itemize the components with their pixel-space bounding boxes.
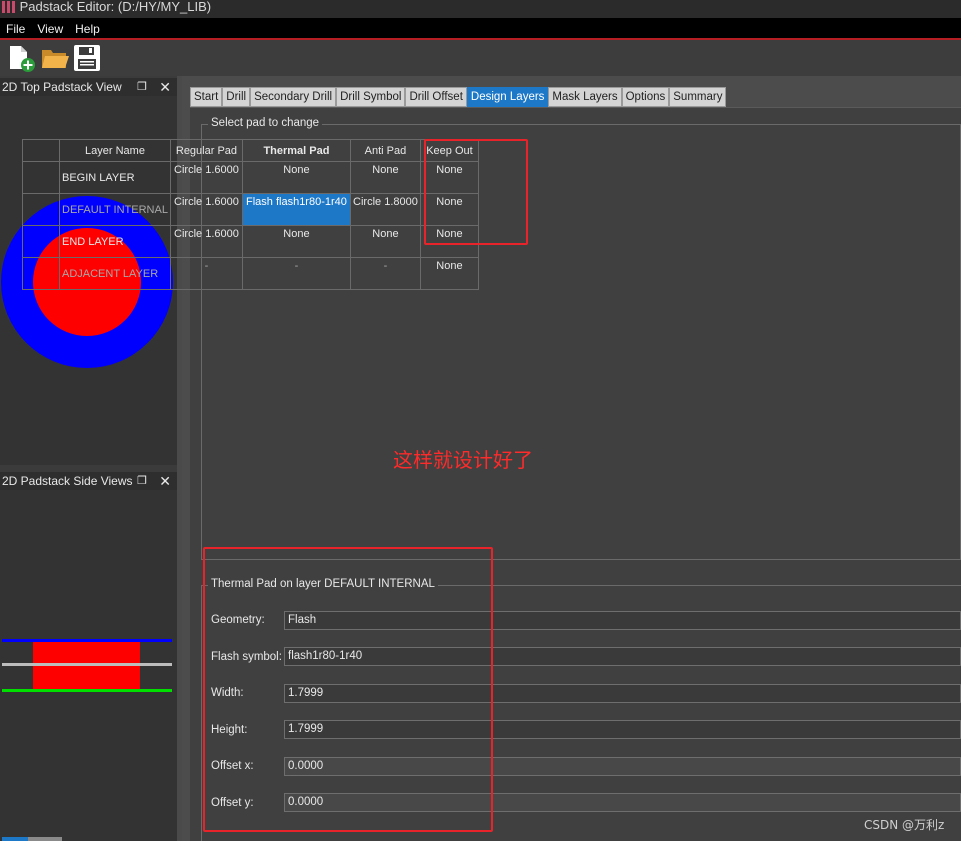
tab-drill-symbol[interactable]: Drill Symbol bbox=[336, 87, 406, 107]
tab-drill[interactable]: Drill bbox=[222, 87, 251, 107]
layer-name-cell[interactable]: BEGIN LAYER bbox=[59, 161, 171, 194]
tab-secondary-drill[interactable]: Secondary Drill bbox=[250, 87, 337, 107]
save-icon[interactable] bbox=[72, 43, 102, 73]
column-header-thermal-pad: Thermal Pad bbox=[241, 139, 351, 162]
tab-design-layers[interactable]: Design Layers bbox=[466, 87, 549, 107]
column-header-regular-pad: Regular Pad bbox=[169, 139, 243, 162]
row-header[interactable] bbox=[22, 225, 60, 258]
table-row: END LAYER Circle 1.6000 None None None bbox=[22, 225, 479, 258]
bottom-layer-line bbox=[2, 689, 172, 692]
regular-pad-cell[interactable]: Circle 1.6000 bbox=[169, 161, 243, 194]
row-header[interactable] bbox=[22, 193, 60, 226]
close-icon[interactable]: ✕ bbox=[159, 472, 171, 490]
top-view-panel-title: 2D Top Padstack View bbox=[2, 80, 122, 94]
regular-pad-cell[interactable]: - bbox=[169, 257, 243, 290]
row-header[interactable] bbox=[22, 161, 60, 194]
select-pad-group-title: Select pad to change bbox=[208, 117, 323, 129]
menu-help[interactable]: Help bbox=[69, 18, 106, 36]
window-title: Padstack Editor: (D:/HY/MY_LIB) bbox=[19, 0, 212, 14]
layer-name-cell[interactable]: ADJACENT LAYER bbox=[59, 257, 171, 290]
watermark: CSDN @万利z bbox=[864, 818, 945, 832]
new-file-icon[interactable] bbox=[6, 43, 36, 73]
layer-name-cell[interactable]: END LAYER bbox=[59, 225, 171, 258]
app-icon bbox=[2, 1, 16, 13]
table-row: DEFAULT INTERNAL Circle 1.6000 Flash fla… bbox=[22, 193, 479, 226]
toolbar bbox=[0, 40, 961, 76]
scroll-indicator-track bbox=[28, 837, 62, 841]
thermal-pad-cell-selected[interactable]: Flash flash1r80-1r40 bbox=[241, 193, 351, 226]
tab-bar: Start Drill Secondary Drill Drill Symbol Dri… bbox=[190, 87, 727, 107]
thermal-pad-column-highlight bbox=[424, 139, 528, 245]
top-view-panel-header: 2D Top Padstack View ❐ ✕ bbox=[0, 78, 177, 96]
regular-pad-cell[interactable]: Circle 1.6000 bbox=[169, 193, 243, 226]
table-corner-header bbox=[22, 139, 60, 162]
thermal-pad-form-highlight bbox=[203, 547, 493, 832]
pad-table: Layer Name Regular Pad Thermal Pad Anti … bbox=[22, 139, 479, 290]
tab-options[interactable]: Options bbox=[621, 87, 670, 107]
open-folder-icon[interactable] bbox=[40, 43, 70, 73]
tab-start[interactable]: Start bbox=[190, 87, 223, 107]
tab-drill-offset[interactable]: Drill Offset bbox=[405, 87, 467, 107]
scroll-indicator bbox=[2, 837, 28, 841]
thermal-pad-cell[interactable]: - bbox=[241, 257, 351, 290]
close-icon[interactable]: ✕ bbox=[159, 78, 171, 96]
table-row: BEGIN LAYER Circle 1.6000 None None None bbox=[22, 161, 479, 194]
regular-pad-cell[interactable]: Circle 1.6000 bbox=[169, 225, 243, 258]
anti-pad-cell[interactable]: None bbox=[349, 161, 421, 194]
thermal-pad-cell[interactable]: None bbox=[241, 225, 351, 258]
anti-pad-cell[interactable]: Circle 1.8000 bbox=[349, 193, 421, 226]
menu-file[interactable]: File bbox=[0, 18, 31, 36]
float-panel-icon[interactable]: ❐ bbox=[137, 472, 147, 490]
tab-mask-layers[interactable]: Mask Layers bbox=[548, 87, 622, 107]
side-view-panel-title: 2D Padstack Side Views bbox=[2, 474, 133, 488]
float-panel-icon[interactable]: ❐ bbox=[137, 78, 147, 96]
top-layer-line bbox=[2, 639, 172, 642]
tab-summary[interactable]: Summary bbox=[669, 87, 727, 107]
title-bar: Padstack Editor: (D:/HY/MY_LIB) bbox=[0, 0, 961, 18]
internal-layer-line bbox=[2, 663, 172, 666]
table-row: ADJACENT LAYER - - - None bbox=[22, 257, 479, 290]
column-header-layer-name: Layer Name bbox=[59, 139, 171, 162]
annotation-text: 这样就设计好了 bbox=[393, 448, 533, 472]
anti-pad-cell[interactable]: - bbox=[349, 257, 421, 290]
thermal-pad-cell[interactable]: None bbox=[241, 161, 351, 194]
column-header-anti-pad: Anti Pad bbox=[349, 139, 421, 162]
menu-bar: File View Help bbox=[0, 18, 961, 40]
layer-name-cell[interactable]: DEFAULT INTERNAL bbox=[59, 193, 171, 226]
keep-out-cell[interactable]: None bbox=[419, 257, 479, 290]
menu-view[interactable]: View bbox=[31, 18, 69, 36]
row-header[interactable] bbox=[22, 257, 60, 290]
anti-pad-cell[interactable]: None bbox=[349, 225, 421, 258]
side-view-panel-header: 2D Padstack Side Views ❐ ✕ bbox=[0, 472, 177, 490]
side-view-canvas[interactable] bbox=[0, 490, 177, 841]
